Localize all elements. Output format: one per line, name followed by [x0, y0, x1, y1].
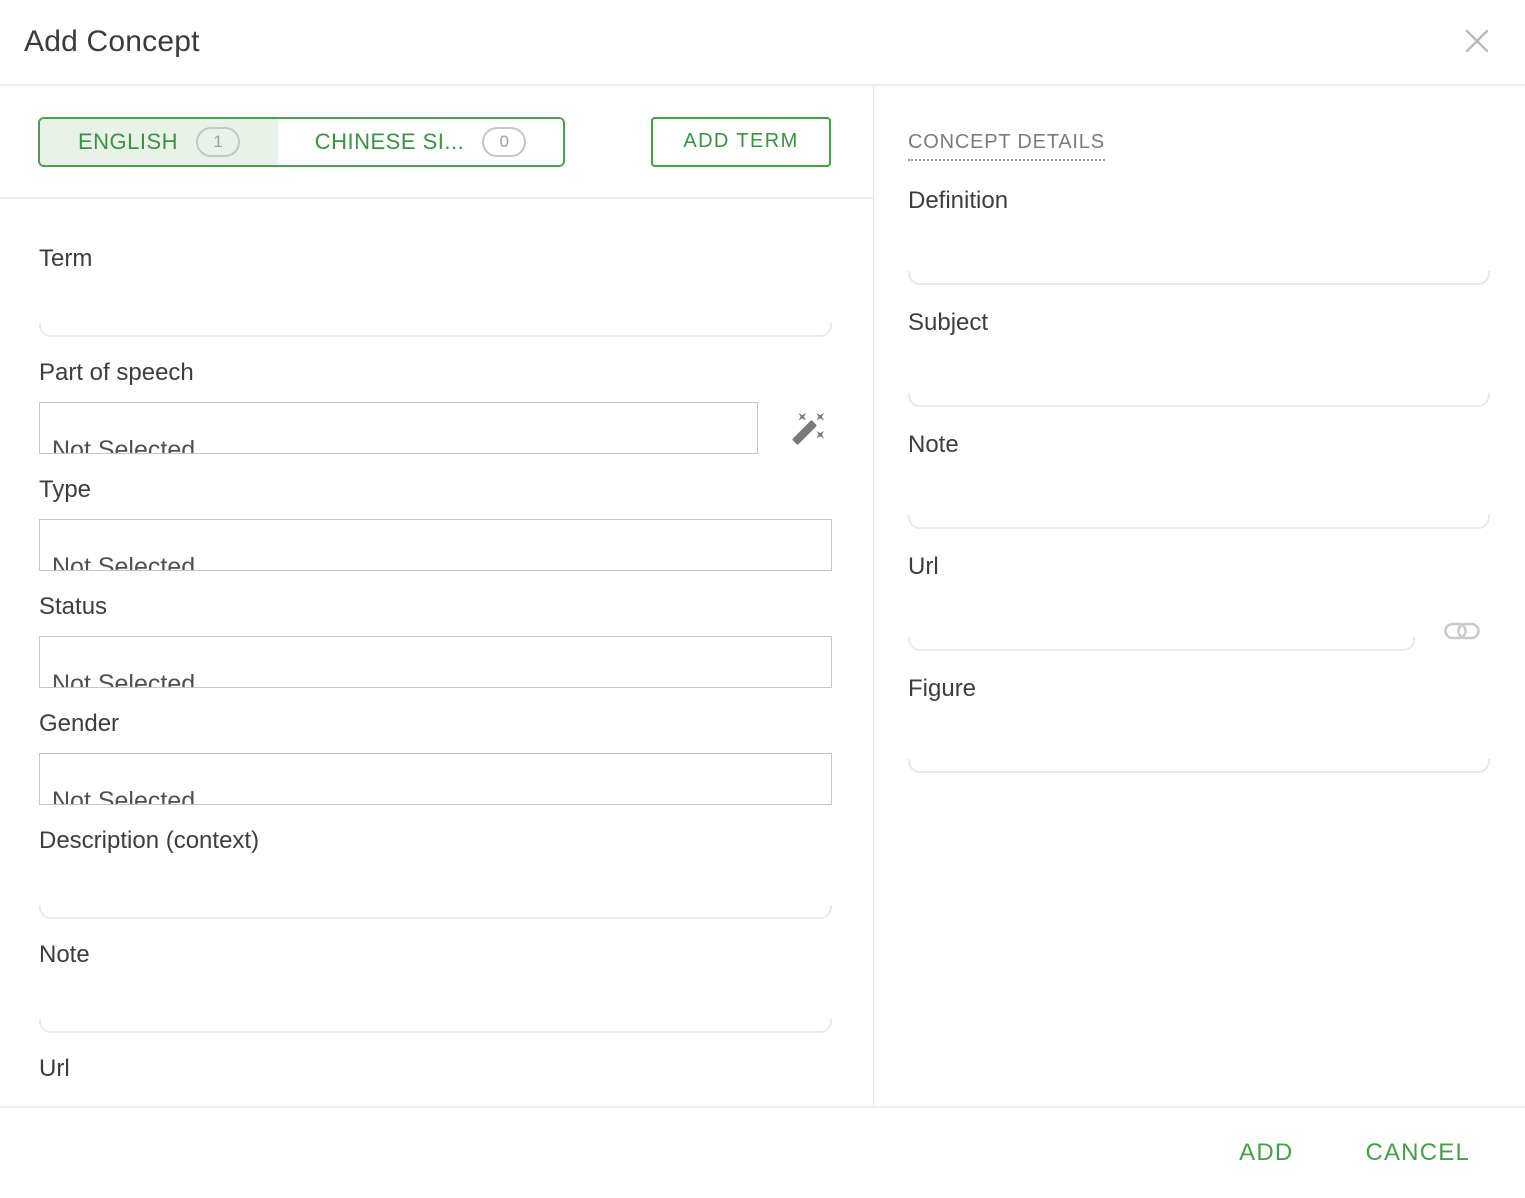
- concept-note-label: Note: [908, 431, 1490, 459]
- dialog-body: ENGLISH 1 CHINESE SI... 0 ADD TERM Term: [0, 86, 1525, 1106]
- concept-url-label: Url: [908, 553, 1490, 581]
- link-icon[interactable]: [1444, 619, 1480, 643]
- status-value: Not Selected: [52, 670, 195, 688]
- field-type: Type Not Selected: [39, 476, 832, 571]
- dialog-title: Add Concept: [24, 25, 200, 59]
- note-label: Note: [39, 941, 832, 969]
- part-of-speech-value: Not Selected: [52, 436, 195, 454]
- gender-value: Not Selected: [52, 787, 195, 805]
- field-term: Term: [39, 245, 832, 337]
- url-input[interactable]: [39, 1083, 832, 1106]
- close-icon: [1459, 23, 1495, 62]
- type-value: Not Selected: [52, 553, 195, 571]
- term-panel: ENGLISH 1 CHINESE SI... 0 ADD TERM Term: [0, 86, 874, 1106]
- language-tabs: ENGLISH 1 CHINESE SI... 0: [38, 117, 565, 167]
- term-fields: Term Part of speech Not Selected: [0, 245, 873, 1106]
- language-tab-row: ENGLISH 1 CHINESE SI... 0 ADD TERM: [0, 86, 873, 199]
- note-input[interactable]: [39, 969, 832, 1033]
- status-select[interactable]: Not Selected: [39, 636, 832, 688]
- field-url: Url: [39, 1055, 832, 1106]
- field-concept-url: Url: [908, 553, 1490, 651]
- field-subject: Subject: [908, 309, 1490, 407]
- type-select[interactable]: Not Selected: [39, 519, 832, 571]
- tab-english-label: ENGLISH: [78, 129, 178, 155]
- concept-url-input[interactable]: [908, 581, 1415, 651]
- close-button[interactable]: [1457, 22, 1497, 62]
- tab-chinese-count-badge: 0: [482, 127, 526, 157]
- field-concept-note: Note: [908, 431, 1490, 529]
- tab-english[interactable]: ENGLISH 1: [40, 119, 278, 165]
- field-note: Note: [39, 941, 832, 1033]
- field-figure: Figure: [908, 675, 1490, 773]
- term-label: Term: [39, 245, 832, 273]
- concept-details-heading: CONCEPT DETAILS: [908, 131, 1105, 161]
- subject-label: Subject: [908, 309, 1490, 337]
- dialog-footer: ADD CANCEL: [0, 1106, 1525, 1198]
- subject-input[interactable]: [908, 337, 1490, 407]
- field-definition: Definition: [908, 187, 1490, 285]
- gender-select[interactable]: Not Selected: [39, 753, 832, 805]
- field-description: Description (context): [39, 827, 832, 919]
- part-of-speech-select[interactable]: Not Selected: [39, 402, 758, 454]
- field-gender: Gender Not Selected: [39, 710, 832, 805]
- cancel-button[interactable]: CANCEL: [1365, 1139, 1470, 1167]
- add-concept-dialog: Add Concept ENGLISH 1 CHINESE SI...: [0, 0, 1525, 1198]
- status-label: Status: [39, 593, 832, 621]
- term-input[interactable]: [39, 273, 832, 337]
- figure-label: Figure: [908, 675, 1490, 703]
- tab-english-count-badge: 1: [196, 127, 240, 157]
- field-part-of-speech: Part of speech Not Selected: [39, 359, 832, 454]
- definition-label: Definition: [908, 187, 1490, 215]
- gender-label: Gender: [39, 710, 832, 738]
- description-input[interactable]: [39, 855, 832, 919]
- auto-fix-icon[interactable]: [791, 410, 827, 446]
- concept-note-input[interactable]: [908, 459, 1490, 529]
- definition-input[interactable]: [908, 215, 1490, 285]
- type-label: Type: [39, 476, 832, 504]
- tab-chinese-label: CHINESE SI...: [315, 129, 465, 155]
- add-button[interactable]: ADD: [1239, 1139, 1293, 1167]
- url-label: Url: [39, 1055, 832, 1083]
- dialog-header: Add Concept: [0, 0, 1525, 86]
- part-of-speech-label: Part of speech: [39, 359, 832, 387]
- field-status: Status Not Selected: [39, 593, 832, 688]
- figure-input[interactable]: [908, 703, 1490, 773]
- concept-details-panel: CONCEPT DETAILS Definition Subject Note …: [874, 86, 1525, 1106]
- tab-chinese-simplified[interactable]: CHINESE SI... 0: [278, 119, 563, 165]
- add-term-button[interactable]: ADD TERM: [651, 117, 831, 167]
- description-label: Description (context): [39, 827, 832, 855]
